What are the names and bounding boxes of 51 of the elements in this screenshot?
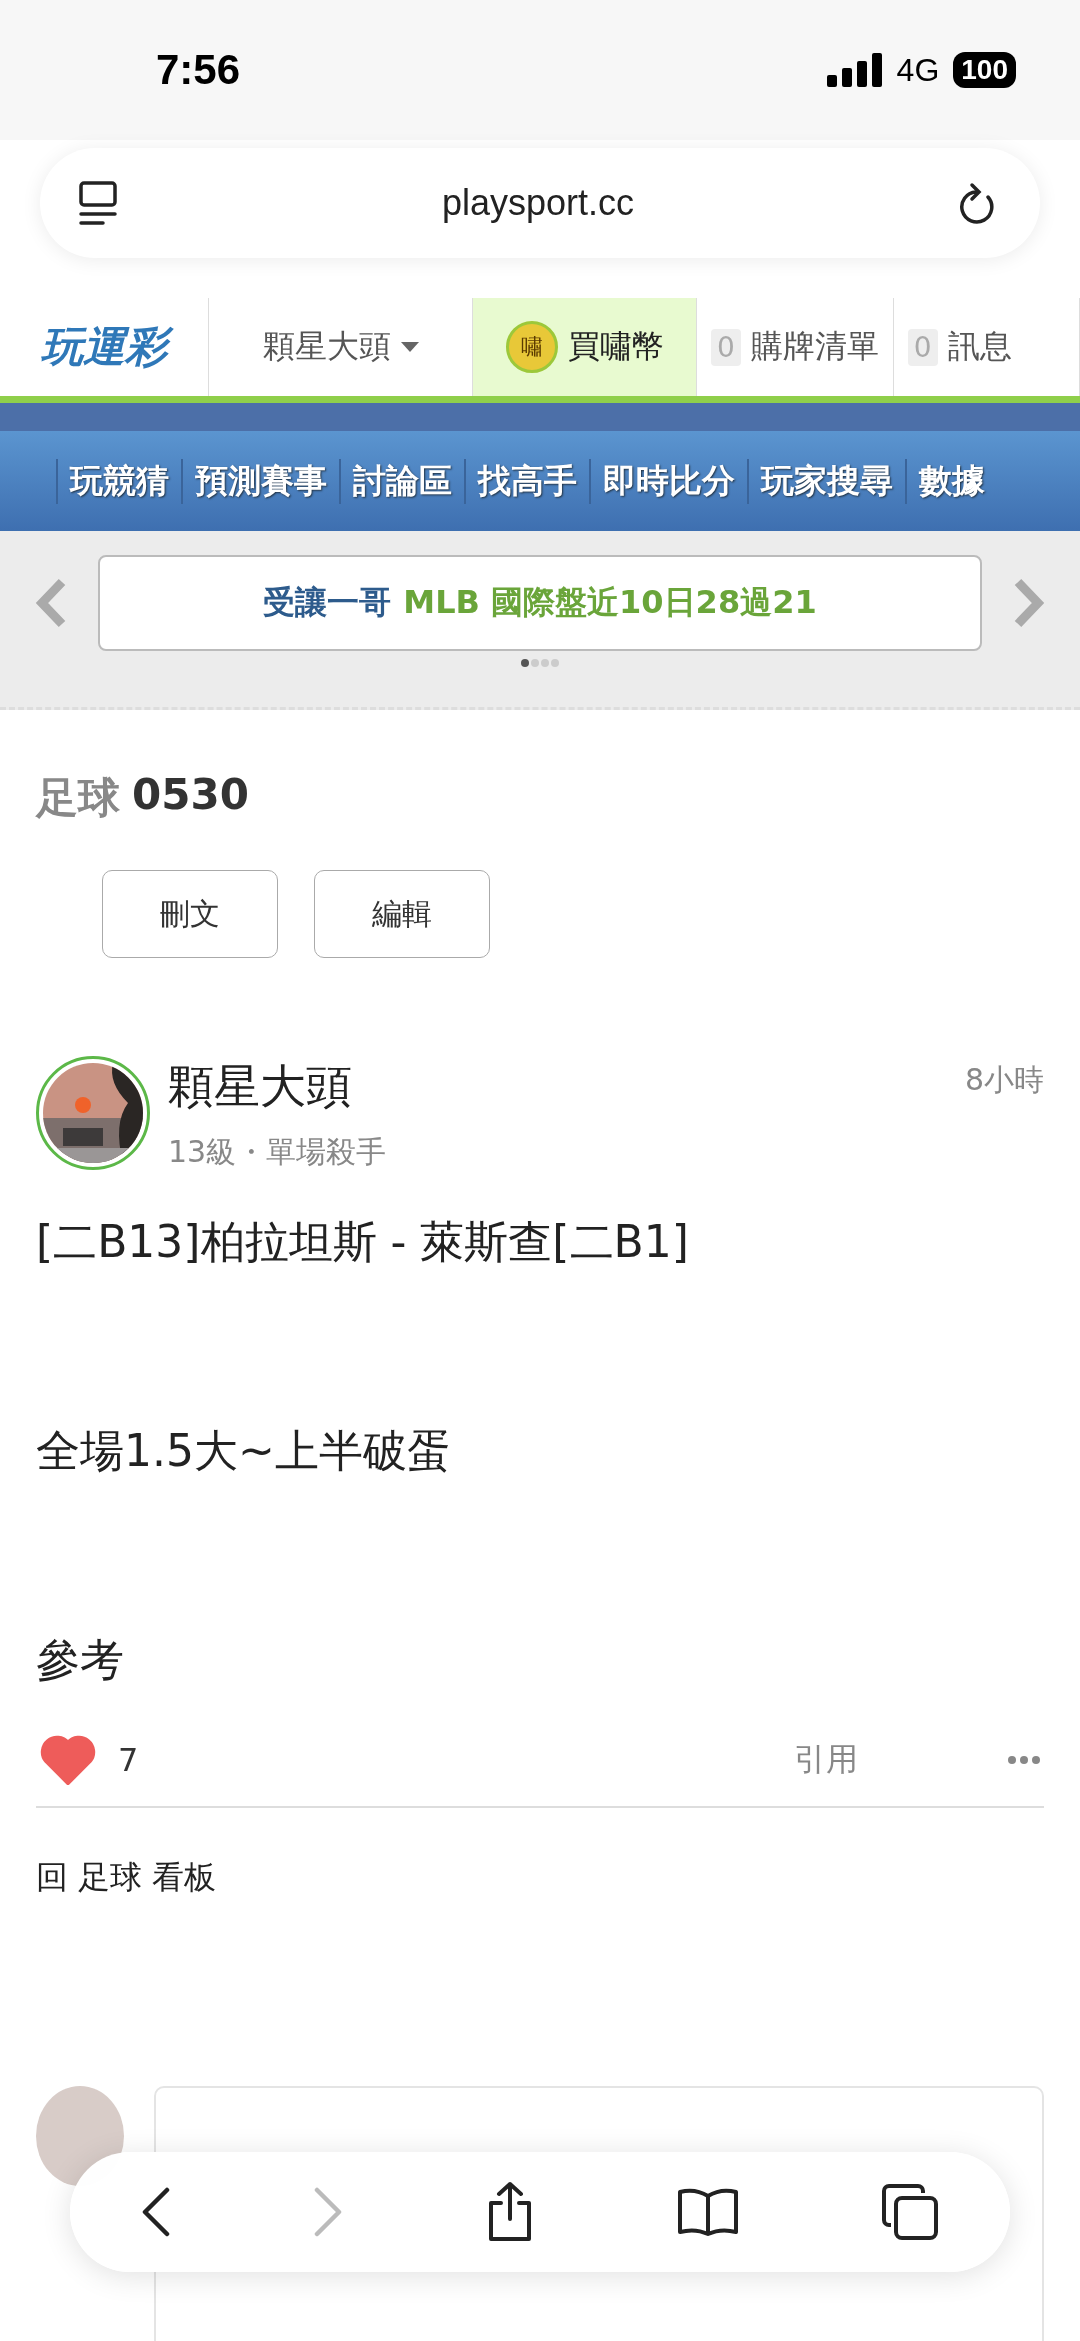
banner-card[interactable]: 受讓一哥 MLB 國際盤近10日28過21	[98, 555, 982, 651]
bookmarks-icon[interactable]	[677, 2188, 739, 2236]
post-text: [二B13]柏拉坦斯 - 萊斯查[二B1]	[36, 1215, 690, 1269]
count-badge: 0	[907, 328, 938, 366]
buy-coins-button[interactable]: 嘯 買嘯幣	[472, 298, 696, 396]
chevron-right-icon[interactable]	[1012, 578, 1046, 628]
address-bar[interactable]: playsport.cc	[40, 148, 1040, 258]
page-dot[interactable]	[521, 659, 529, 667]
signal-icon	[826, 53, 883, 87]
site-logo[interactable]: 玩運彩	[0, 298, 208, 396]
action-button[interactable]: 刪文	[102, 870, 278, 958]
banner-name: 受讓一哥	[263, 582, 392, 623]
author-name[interactable]: 顆星大頭	[168, 1056, 387, 1118]
post-time: 8小時	[964, 1061, 1044, 1099]
battery-indicator: 100	[953, 52, 1016, 88]
caret-icon	[400, 342, 419, 352]
back-icon[interactable]	[141, 2187, 171, 2237]
forward-icon[interactable]	[313, 2187, 343, 2237]
nav-link[interactable]: 討論區	[339, 458, 464, 504]
status-time: 7:56	[156, 46, 241, 94]
nav-link[interactable]: 玩家搜尋	[747, 458, 905, 504]
heart-icon[interactable]	[40, 1735, 96, 1785]
page-dot[interactable]	[541, 659, 549, 667]
chevron-left-icon[interactable]	[34, 578, 68, 628]
nav-link[interactable]: 玩競猜	[56, 458, 181, 504]
banner-text: MLB 國際盤近10日28過21	[403, 582, 817, 623]
nav-link[interactable]: 找高手	[464, 458, 589, 504]
board-name: 足球	[36, 772, 120, 824]
count-badge: 0	[711, 328, 741, 366]
quote-link[interactable]: 引用	[794, 1738, 858, 1782]
url-text: playsport.cc	[441, 182, 635, 224]
nav-link[interactable]: 數據	[905, 458, 997, 504]
page-menu-icon[interactable]	[78, 181, 118, 225]
page-dot[interactable]	[531, 659, 539, 667]
nav-link[interactable]: 預測賽事	[181, 458, 339, 504]
avatar[interactable]	[36, 1056, 150, 1170]
page-dot[interactable]	[551, 659, 559, 667]
header-link[interactable]: 訊息	[947, 325, 1012, 369]
nav-link[interactable]: 即時比分	[589, 458, 747, 504]
post-text: 參考	[36, 1633, 125, 1687]
thread-title: 0530	[132, 770, 249, 821]
action-button[interactable]: 編輯	[314, 870, 490, 958]
header-link[interactable]: 購牌清單	[750, 325, 879, 369]
network-label: 4G	[896, 51, 940, 89]
more-icon[interactable]	[1008, 1755, 1040, 1765]
back-link[interactable]: 回 足球 看板	[36, 1856, 1044, 1900]
author-meta: 13級・單場殺手	[168, 1133, 387, 1171]
tabs-icon[interactable]	[881, 2183, 939, 2241]
coin-badge: 嘯	[505, 321, 558, 373]
like-count: 7	[118, 1741, 139, 1779]
post-text: 全場1.5大~上半破蛋	[36, 1424, 452, 1478]
